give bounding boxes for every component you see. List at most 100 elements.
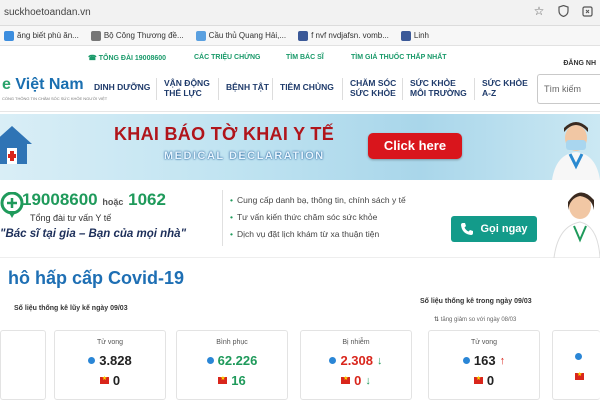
phone-icon: ☎ bbox=[88, 55, 97, 62]
doctor-image bbox=[552, 122, 600, 180]
bookmark-label: ăng biết phù ăn... bbox=[17, 31, 79, 40]
banner-title: KHAI BÁO TỜ KHAI Y TẾ bbox=[114, 124, 335, 144]
nav-item-environment[interactable]: SỨC KHỎE MÔI TRƯỜNG bbox=[410, 78, 467, 98]
facebook-icon bbox=[298, 30, 309, 41]
vn-stat-row: 0 ↓ bbox=[301, 373, 411, 388]
nav-item-vaccination[interactable]: TIÊM CHỦNG bbox=[280, 82, 334, 92]
hotline-slogan: "Bác sĩ tại gia – Bạn của mọi nhà" bbox=[0, 228, 187, 240]
vn-stat-row: 16 bbox=[177, 373, 287, 388]
bookmark-item[interactable]: Bộ Công Thương đề... bbox=[87, 30, 192, 41]
nav-label: SỨC KHỎE bbox=[482, 78, 528, 88]
logo-tagline: CỔNG THÔNG TIN CHĂM SÓC SỨC KHỎE NGƯỜI V… bbox=[2, 96, 108, 101]
vn-stat-row: 0 bbox=[55, 373, 165, 388]
phone-icon bbox=[461, 223, 474, 235]
extension-icon[interactable] bbox=[580, 4, 594, 18]
daily-note-text: tăng giảm so với ngày 08/03 bbox=[440, 317, 517, 323]
logo-name: Việt Nam bbox=[15, 76, 84, 93]
browser-url-bar: suckhoetoandan.vn ☆ bbox=[0, 0, 600, 26]
globe-icon bbox=[462, 357, 470, 364]
bookmark-favicon-icon bbox=[90, 30, 101, 41]
vietnam-flag-icon bbox=[99, 375, 109, 384]
arrow-up-icon: ↑ bbox=[499, 354, 506, 367]
world-stat-row: 3.828 bbox=[55, 353, 165, 368]
stat-card-partial bbox=[552, 330, 600, 400]
vn-stat-row bbox=[553, 371, 600, 380]
star-icon[interactable]: ☆ bbox=[532, 4, 546, 18]
bookmark-item[interactable]: Linh bbox=[397, 30, 437, 41]
globe-icon bbox=[575, 353, 582, 360]
world-stat-row: 163 ↑ bbox=[429, 353, 539, 368]
vietnam-flag-icon bbox=[473, 375, 483, 384]
nav-item-health-az[interactable]: SỨC KHỎE A-Z bbox=[482, 78, 528, 98]
world-stat-value: 62.226 bbox=[217, 353, 258, 368]
vietnam-flag-icon bbox=[341, 375, 351, 384]
nav-divider bbox=[218, 78, 219, 100]
cumulative-stats-label: Số liệu thống kê lũy kế ngày 09/03 bbox=[14, 305, 128, 312]
house-icon bbox=[0, 126, 32, 164]
site-logo[interactable]: e Việt Nam CỔNG THÔNG TIN CHĂM SÓC SỨC K… bbox=[0, 72, 107, 106]
service-item: Cung cấp danh bạ, thông tin, chính sách … bbox=[230, 192, 406, 209]
globe-icon bbox=[88, 357, 96, 364]
hotline-main-number: 19008600 bbox=[22, 190, 98, 209]
nav-divider bbox=[342, 78, 343, 100]
browser-toolbar-icons: ☆ bbox=[532, 4, 594, 18]
bookmark-favicon-icon bbox=[4, 30, 14, 41]
vn-stat-value: 0 bbox=[486, 373, 495, 388]
stat-card-partial bbox=[0, 330, 46, 400]
globe-icon bbox=[206, 357, 214, 364]
symptoms-link[interactable]: CÁC TRIỆU CHỨNG bbox=[194, 54, 260, 61]
bookmark-item[interactable]: f nvf nvdjafsn. vomb... bbox=[294, 30, 397, 41]
call-now-label: Gọi ngay bbox=[480, 223, 528, 235]
bookmark-item[interactable]: ăng biết phù ăn... bbox=[0, 30, 87, 41]
nav-item-disease[interactable]: BỆNH TẬT bbox=[226, 82, 269, 92]
world-stat-row bbox=[553, 353, 600, 360]
nav-divider bbox=[474, 78, 475, 100]
login-link[interactable]: ĐĂNG NH bbox=[563, 60, 596, 67]
find-doctor-link[interactable]: TÌM BÁC SĨ bbox=[286, 54, 324, 61]
nav-divider bbox=[402, 78, 403, 100]
stat-card-label: Bình phục bbox=[216, 339, 248, 346]
shield-icon[interactable] bbox=[556, 4, 570, 18]
site-top-links: ☎ TỔNG ĐÀI 19008600 CÁC TRIỆU CHỨNG TÌM B… bbox=[0, 50, 600, 66]
hotline-link[interactable]: ☎ TỔNG ĐÀI 19008600 bbox=[88, 54, 166, 62]
location-pin-icon bbox=[0, 192, 24, 218]
bookmark-item[interactable]: Cầu thủ Quang Hải,... bbox=[192, 30, 294, 41]
drug-price-link[interactable]: TÌM GIÁ THUỐC THẤP NHẤT bbox=[351, 54, 447, 61]
bookmarks-bar: ăng biết phù ăn... Bộ Công Thương đề... … bbox=[0, 26, 600, 46]
hotline-link-label: TỔNG ĐÀI 19008600 bbox=[98, 55, 167, 62]
nav-label: MÔI TRƯỜNG bbox=[410, 88, 467, 98]
bookmark-label: Cầu thủ Quang Hải,... bbox=[208, 31, 287, 40]
vn-stat-value: 16 bbox=[231, 373, 246, 388]
nav-label: SỨC KHỎE bbox=[350, 88, 396, 98]
daily-stats-note: ⇅ tăng giảm so với ngày 08/03 bbox=[434, 316, 516, 323]
click-here-button[interactable]: Click here bbox=[368, 133, 462, 159]
stat-card-label: Tử vong bbox=[96, 339, 124, 346]
services-list: Cung cấp danh bạ, thông tin, chính sách … bbox=[230, 192, 406, 243]
call-now-button[interactable]: Gọi ngay bbox=[451, 216, 537, 242]
hotline-number[interactable]: 19008600 hoặc 1062 bbox=[22, 190, 166, 210]
hotline-divider bbox=[222, 190, 223, 246]
medical-declaration-banner[interactable]: KHAI BÁO TỜ KHAI Y TẾ MEDICAL DECLARATIO… bbox=[0, 114, 600, 180]
up-down-arrows-icon: ⇅ bbox=[434, 317, 440, 323]
nav-divider bbox=[272, 78, 273, 100]
bookmark-label: f nvf nvdjafsn. vomb... bbox=[311, 31, 389, 40]
hotline-or: hoặc bbox=[102, 197, 124, 207]
world-stat-value: 3.828 bbox=[99, 353, 132, 368]
nav-item-exercise[interactable]: VẬN ĐỘNG THỂ LỰC bbox=[164, 78, 210, 98]
nav-label: A-Z bbox=[482, 88, 497, 98]
url-text[interactable]: suckhoetoandan.vn bbox=[4, 7, 91, 18]
world-stat-row: 2.308 ↓ bbox=[301, 353, 411, 368]
nav-item-healthcare[interactable]: CHĂM SÓC SỨC KHỎE bbox=[350, 78, 396, 98]
search-input[interactable]: Tìm kiếm bbox=[537, 74, 600, 104]
stat-card-label: Bị nhiễm bbox=[342, 339, 370, 346]
stat-card-label: Tử vong bbox=[470, 339, 498, 346]
globe-icon bbox=[329, 357, 337, 364]
stat-card-deaths: Tử vong 3.828 0 bbox=[54, 330, 166, 400]
nav-item-nutrition[interactable]: DINH DƯỠNG bbox=[94, 82, 150, 92]
bookmark-favicon-icon bbox=[195, 30, 206, 41]
vn-stat-row: 0 bbox=[429, 373, 539, 388]
stat-card-recovered: Bình phục 62.226 16 bbox=[176, 330, 288, 400]
site-header: e Việt Nam CỔNG THÔNG TIN CHĂM SÓC SỨC K… bbox=[0, 68, 600, 112]
world-stat-value: 163 bbox=[473, 353, 496, 368]
logo-prefix: e bbox=[2, 76, 11, 93]
